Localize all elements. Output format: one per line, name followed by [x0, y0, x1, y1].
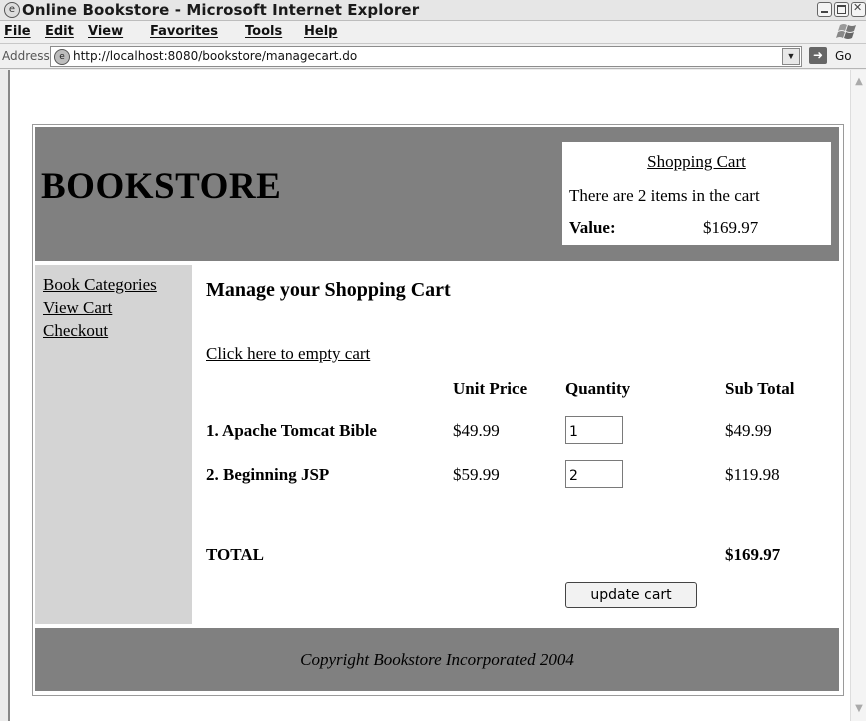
nav-book-categories[interactable]: Book Categories — [43, 275, 157, 295]
column-header-quantity: Quantity — [565, 379, 631, 398]
window-controls — [815, 1, 866, 18]
cart-value-label: Value: — [569, 218, 616, 237]
ie-icon: e — [4, 2, 20, 18]
page-viewport: BOOKSTORE Shopping Cart There are 2 item… — [8, 70, 850, 721]
title-bar: e Online Bookstore - Microsoft Internet … — [0, 0, 866, 21]
browser-window: e Online Bookstore - Microsoft Internet … — [0, 0, 866, 721]
vertical-scrollbar[interactable]: ▲ ▼ — [850, 70, 866, 721]
window-title: Online Bookstore - Microsoft Internet Ex… — [22, 1, 420, 19]
total-label: TOTAL — [206, 545, 264, 564]
menu-help[interactable]: Help — [304, 24, 337, 39]
menu-tools[interactable]: Tools — [245, 24, 282, 39]
menu-file[interactable]: File — [4, 24, 31, 39]
site-logo-text: BOOKSTORE — [41, 166, 282, 207]
page-title: Manage your Shopping Cart — [206, 279, 451, 301]
row-2-title: 2. Beginning JSP — [206, 465, 330, 484]
column-header-unit-price: Unit Price — [453, 379, 528, 398]
main-content: Manage your Shopping Cart Click here to … — [196, 265, 839, 624]
row-2-sub-total: $119.98 — [725, 465, 780, 484]
windows-logo-icon — [836, 24, 856, 39]
update-cart-button[interactable]: update cart — [565, 582, 697, 608]
cart-value: $169.97 — [703, 218, 759, 237]
go-button[interactable]: Go — [835, 49, 852, 63]
address-label: Address — [2, 49, 50, 63]
page-icon: e — [54, 49, 70, 65]
sidebar: Book Categories View Cart Checkout — [35, 265, 192, 624]
page-layout: BOOKSTORE Shopping Cart There are 2 item… — [32, 124, 844, 696]
empty-cart-link[interactable]: Click here to empty cart — [206, 344, 370, 364]
nav-view-cart[interactable]: View Cart — [43, 298, 112, 318]
total-value: $169.97 — [725, 545, 781, 564]
scroll-up-icon[interactable]: ▲ — [851, 74, 866, 90]
copyright-text: Copyright Bookstore Incorporated 2004 — [300, 650, 574, 669]
menu-bar: File Edit View Favorites Tools Help — [0, 21, 866, 44]
row-1-sub-total: $49.99 — [725, 421, 772, 440]
cart-item-count: There are 2 items in the cart — [569, 186, 760, 205]
address-dropdown-icon[interactable]: ▼ — [782, 48, 800, 65]
row-2-unit-price: $59.99 — [453, 465, 500, 484]
go-arrow-icon[interactable]: ➜ — [809, 47, 827, 64]
address-url: http://localhost:8080/bookstore/manageca… — [73, 49, 358, 63]
row-2-quantity-input[interactable] — [565, 460, 623, 488]
address-input[interactable]: e http://localhost:8080/bookstore/manage… — [50, 46, 802, 67]
column-header-sub-total: Sub Total — [725, 379, 795, 398]
row-1-unit-price: $49.99 — [453, 421, 500, 440]
scroll-down-icon[interactable]: ▼ — [851, 701, 866, 717]
menu-favorites[interactable]: Favorites — [150, 24, 218, 39]
address-bar: Address e http://localhost:8080/bookstor… — [0, 44, 866, 69]
site-header: BOOKSTORE Shopping Cart There are 2 item… — [35, 127, 839, 261]
nav-checkout[interactable]: Checkout — [43, 321, 108, 341]
close-icon[interactable] — [851, 1, 866, 17]
row-1-quantity-input[interactable] — [565, 416, 623, 444]
shopping-cart-link[interactable]: Shopping Cart — [562, 152, 831, 172]
menu-edit[interactable]: Edit — [45, 24, 74, 39]
site-footer: Copyright Bookstore Incorporated 2004 — [35, 628, 839, 691]
maximize-icon[interactable] — [834, 2, 849, 17]
minimize-icon[interactable] — [817, 2, 832, 17]
menu-view[interactable]: View — [88, 24, 123, 39]
row-1-title: 1. Apache Tomcat Bible — [206, 421, 377, 440]
cart-summary: Shopping Cart There are 2 items in the c… — [562, 142, 831, 245]
